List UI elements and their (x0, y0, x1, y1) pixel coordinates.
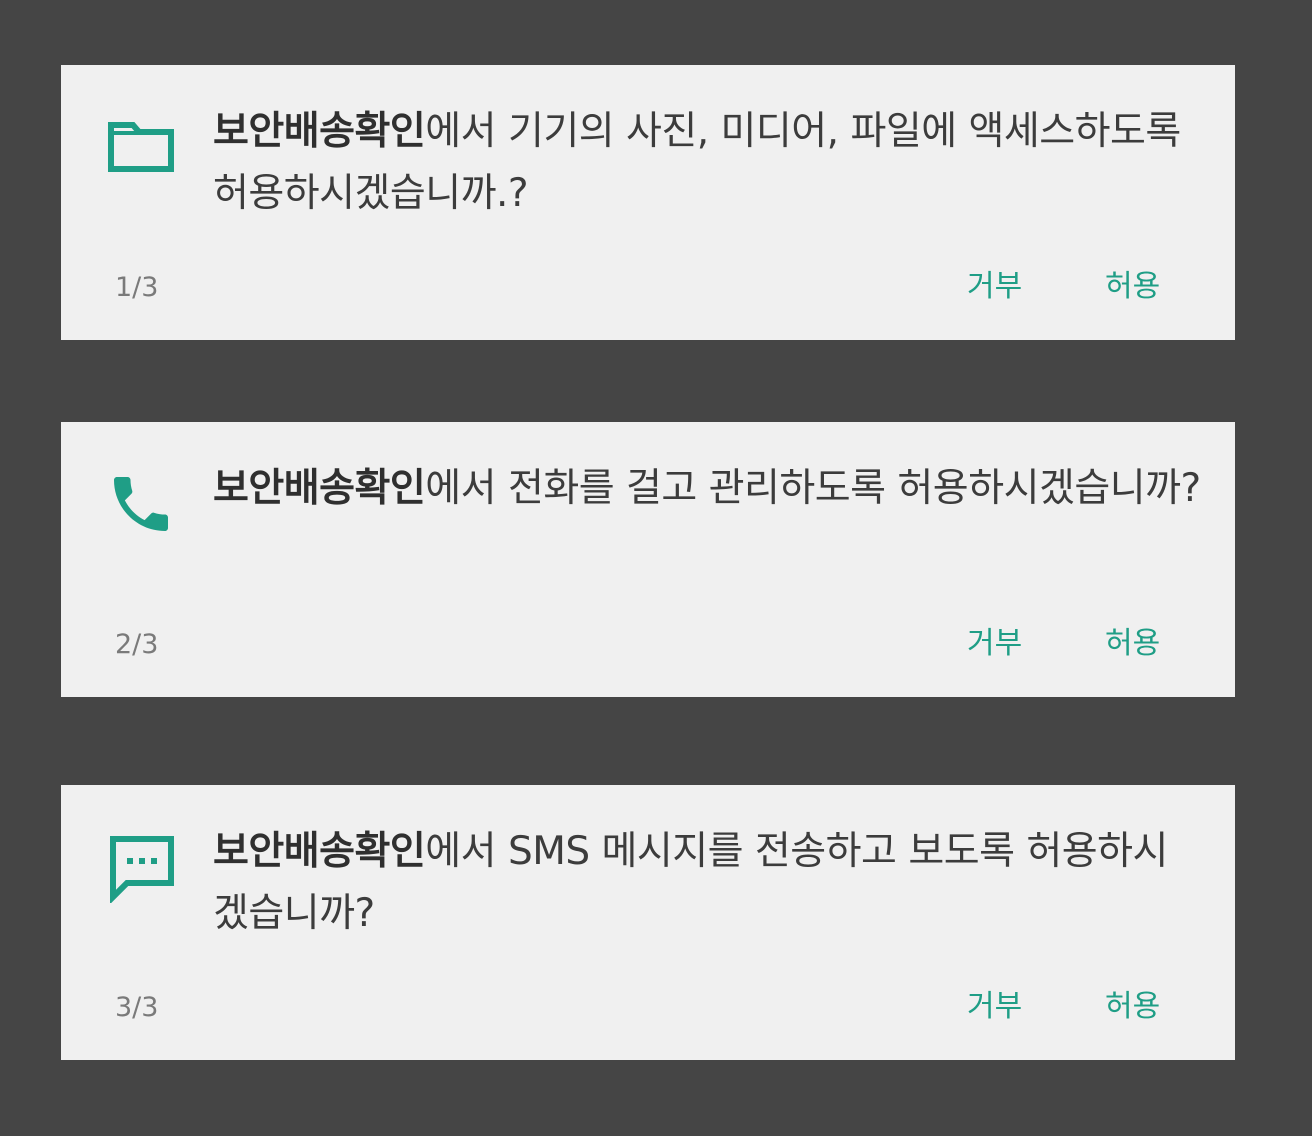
allow-button[interactable]: 허용 (1099, 620, 1166, 668)
deny-button[interactable]: 거부 (961, 983, 1028, 1031)
folder-icon (105, 111, 177, 183)
permission-dialog-phone: 보안배송확인에서 전화를 걸고 관리하도록 허용하시겠습니까? 2/3 거부 허… (61, 422, 1235, 697)
app-name: 보안배송확인 (213, 829, 426, 874)
app-name: 보안배송확인 (213, 466, 426, 511)
deny-button[interactable]: 거부 (961, 620, 1028, 668)
dialog-counter: 1/3 (115, 272, 159, 303)
permission-dialog-sms: 보안배송확인에서 SMS 메시지를 전송하고 보도록 허용하시겠습니까? 3/3… (61, 785, 1235, 1060)
deny-button[interactable]: 거부 (961, 263, 1028, 311)
app-name: 보안배송확인 (213, 109, 426, 154)
dialog-message: 보안배송확인에서 전화를 걸고 관리하도록 허용하시겠습니까? (213, 458, 1203, 520)
permission-dialog-files: 보안배송확인에서 기기의 사진, 미디어, 파일에 액세스하도록 허용하시겠습니… (61, 65, 1235, 340)
dialog-counter: 2/3 (115, 629, 159, 660)
sms-icon (105, 831, 177, 903)
dialog-message: 보안배송확인에서 SMS 메시지를 전송하고 보도록 허용하시겠습니까? (213, 821, 1203, 945)
allow-button[interactable]: 허용 (1099, 983, 1166, 1031)
allow-button[interactable]: 허용 (1099, 263, 1166, 311)
dialog-counter: 3/3 (115, 992, 159, 1023)
phone-icon (105, 468, 177, 540)
dialog-message: 보안배송확인에서 기기의 사진, 미디어, 파일에 액세스하도록 허용하시겠습니… (213, 101, 1203, 225)
message-text: 에서 전화를 걸고 관리하도록 허용하시겠습니까? (425, 466, 1201, 511)
